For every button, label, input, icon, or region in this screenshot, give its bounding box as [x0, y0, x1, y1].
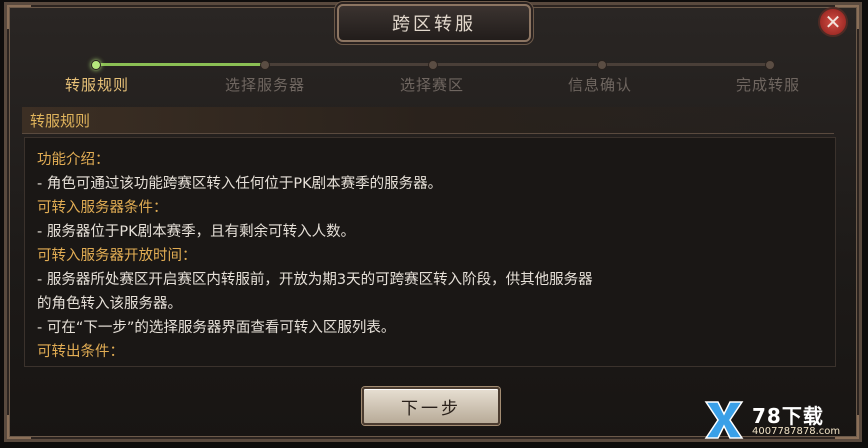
step-dot-4 — [596, 60, 607, 70]
frame-corner — [7, 415, 31, 439]
rule-line: 可转出条件： — [37, 344, 124, 360]
step-progress-track — [91, 60, 775, 70]
close-button[interactable]: ✕ — [818, 7, 848, 37]
step-dot-3 — [428, 60, 438, 70]
rule-line: - 角色可通过该功能跨赛区转入任何位于PK剧本赛季的服务器。 — [37, 176, 443, 192]
frame-corner — [7, 5, 31, 29]
step-label-complete: 完成转服 — [735, 76, 801, 94]
site-watermark: 78下载 4007787878.com — [700, 398, 862, 446]
section-title: 转服规则 — [30, 112, 91, 130]
step-dot-1 — [91, 60, 101, 70]
rule-line: 功能介绍： — [37, 152, 110, 168]
next-step-button[interactable]: 下一步 — [362, 387, 500, 425]
next-step-label: 下一步 — [401, 398, 461, 419]
rule-line: 可转入服务器条件： — [37, 200, 168, 216]
rule-line: - 可在“下一步”的选择服务器界面查看可转入区服列表。 — [37, 320, 396, 336]
rule-line: - 服务器位于PK剧本赛季，且有剩余可转入人数。 — [37, 224, 356, 240]
step-label-confirm: 信息确认 — [567, 76, 633, 94]
step-dot-2 — [259, 60, 270, 70]
window-title-plate: 跨区转服 — [337, 4, 531, 42]
close-icon: ✕ — [824, 10, 842, 34]
step-label-select-region: 选择赛区 — [399, 76, 465, 94]
step-label-select-server: 选择服务器 — [224, 76, 306, 94]
watermark-brand: 78下载 — [752, 404, 824, 428]
step-progress-fill — [95, 63, 263, 66]
watermark-url: 4007787878.com — [752, 426, 841, 437]
step-label-rules: 转服规则 — [64, 76, 130, 94]
window-title: 跨区转服 — [392, 14, 476, 35]
step-dot-5 — [765, 60, 775, 70]
rule-line: 的角色转入该服务器。 — [37, 296, 182, 312]
rule-line: 可转入服务器开放时间： — [37, 248, 197, 264]
rules-text-panel[interactable]: 功能介绍： - 角色可通过该功能跨赛区转入任何位于PK剧本赛季的服务器。 可转入… — [24, 137, 836, 367]
x-logo-icon — [704, 401, 744, 439]
rule-line: - 服务器所处赛区开启赛区内转服前，开放为期3天的可跨赛区转入阶段，供其他服务器 — [37, 272, 593, 288]
section-header: 转服规则 — [22, 107, 834, 134]
